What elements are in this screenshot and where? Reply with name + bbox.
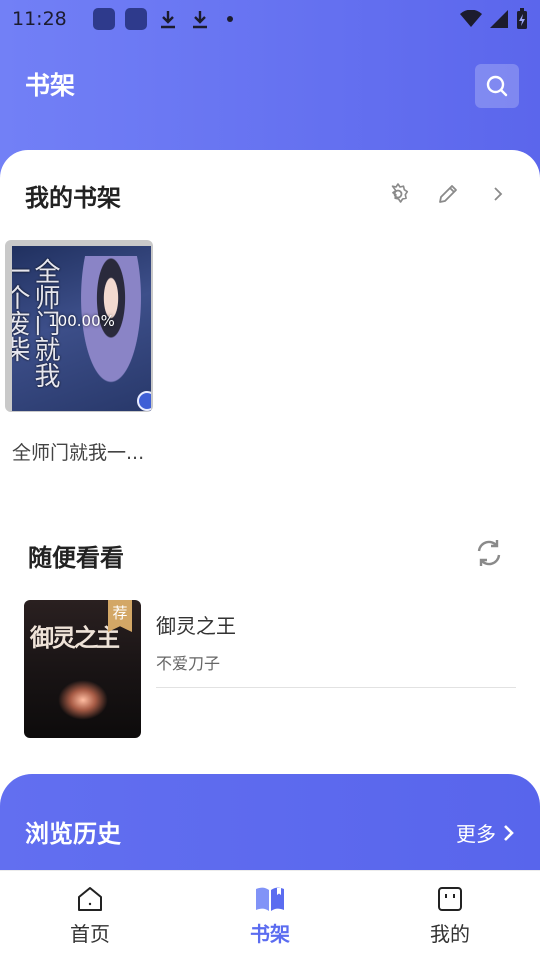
home-icon [75,884,105,914]
recommend-book-cover[interactable]: 御灵之主 荐 [24,600,141,738]
shelf-title: 我的书架 [25,184,121,212]
status-left: 11:28 [12,8,233,30]
divider [156,687,516,688]
signal-icon [490,10,508,28]
cover-glow-image [58,680,108,720]
settings-button[interactable] [384,180,412,208]
notification-app-icon-2 [124,8,147,30]
recommend-tag: 荐 [108,600,132,632]
shelf-book-name[interactable]: 全师门就我一... [12,438,144,465]
cover-title: 全师门就我一个废柴 [12,258,60,388]
recommend-cover-title: 御灵之主 [30,623,120,652]
main-card: 我的书架 全师门就我一个废柴 100.00% 全师门就我一... 随便看看 御灵… [0,150,540,870]
book-source-badge-icon [137,391,151,411]
random-title: 随便看看 [28,544,124,572]
reading-progress: 100.00% [48,312,115,330]
chevron-right-icon [504,824,514,841]
download-icon [157,8,179,30]
nav-item-mine[interactable]: 我的 [360,871,540,960]
refresh-button[interactable] [472,536,506,570]
search-button[interactable] [475,64,519,108]
chevron-right-icon [494,187,503,201]
pencil-icon [439,185,457,203]
profile-icon [435,884,465,914]
status-time: 11:28 [12,8,67,30]
shelf-book-item[interactable]: 全师门就我一个废柴 100.00% [5,240,153,412]
nav-item-home[interactable]: 首页 [0,871,180,960]
status-right [460,8,528,30]
recommend-book-title[interactable]: 御灵之王 [156,610,236,639]
bottom-nav: 首页 书架 我的 [0,870,540,960]
notification-app-icon [92,8,115,30]
shelf-actions [384,180,512,208]
status-bar: 11:28 [0,0,540,38]
page-title: 书架 [25,71,76,100]
refresh-icon [477,540,501,566]
history-more-button[interactable]: 更多 [456,818,516,847]
book-icon [255,884,285,914]
gear-icon [391,183,409,203]
nav-label-mine: 我的 [430,922,470,946]
edit-button[interactable] [434,180,462,208]
history-card: 浏览历史 更多 [0,774,540,884]
battery-icon [517,8,527,29]
nav-label-bookshelf: 书架 [250,922,290,946]
nav-label-home: 首页 [70,922,110,946]
nav-item-bookshelf[interactable]: 书架 [180,871,360,960]
search-icon [486,75,508,97]
shelf-more-button[interactable] [484,180,512,208]
history-more-label: 更多 [456,822,496,846]
recommend-book-author: 不爱刀子 [156,654,221,673]
wifi-icon [460,10,482,27]
book-cover: 全师门就我一个废柴 100.00% [12,246,151,411]
more-notifications-dot-icon [226,16,233,22]
history-title: 浏览历史 [25,820,121,848]
download-icon-2 [189,8,211,30]
